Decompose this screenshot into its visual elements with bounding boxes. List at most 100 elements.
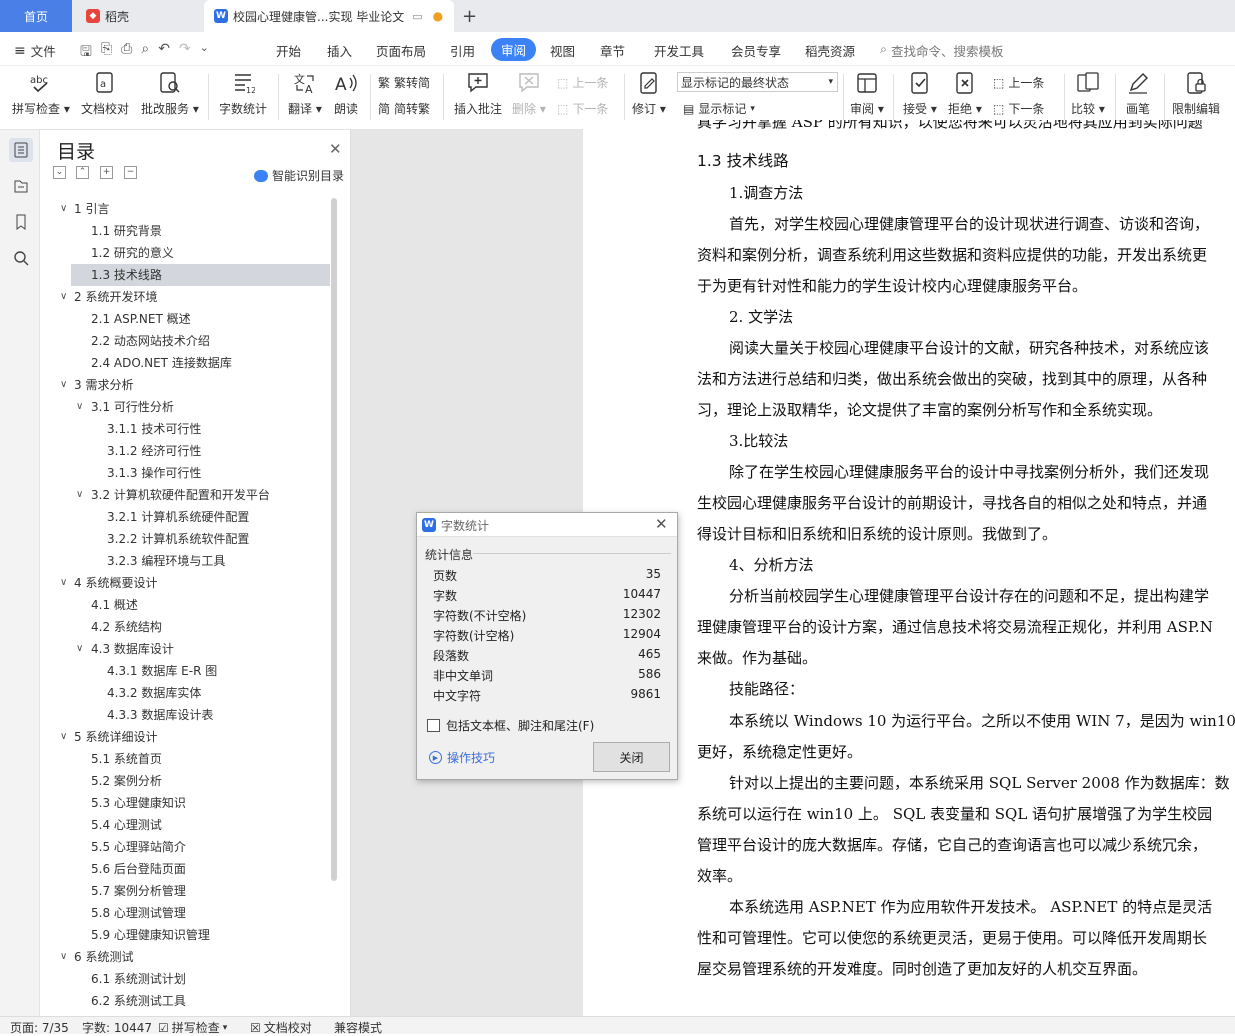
toc-item[interactable]: 5.1 系统首页 (40, 748, 331, 770)
undo-icon[interactable]: ↶ (158, 41, 170, 65)
status-spell-check[interactable]: ☑ 拼写检查 ▾ (158, 1019, 227, 1036)
more-chevron-icon[interactable]: ⌄ (200, 41, 209, 65)
toc-item[interactable]: ∨ 3 需求分析 (40, 374, 331, 396)
export-pdf-icon[interactable]: ⎘ (101, 41, 112, 65)
menu-review[interactable]: 审阅 (491, 38, 537, 61)
toc-item[interactable]: 5.3 心理健康知识 (40, 792, 331, 814)
smart-toc-button[interactable]: 智能识别目录 (254, 167, 344, 184)
toc-item[interactable]: 3.1.2 经济可行性 (40, 440, 331, 462)
collapse-all-icon[interactable]: ⌄ (53, 166, 66, 179)
toc-item[interactable]: ∨ 1 引言 (40, 198, 331, 220)
toc-item[interactable]: 5.4 心理测试 (40, 814, 331, 836)
next-comment-button[interactable]: ⬚ 下一条 (557, 100, 608, 117)
tab-home[interactable]: 首页 (0, 0, 72, 32)
next-change-button[interactable]: ⬚ 下一条 (993, 100, 1044, 117)
menu-page-layout[interactable]: 页面布局 (376, 41, 426, 60)
expand-chevron-icon[interactable]: ∨ (76, 638, 83, 660)
file-menu[interactable]: ≡ 文件 (14, 41, 56, 60)
menu-insert[interactable]: 插入 (327, 41, 352, 60)
show-markup-button[interactable]: ▤ 显示标记 ▾ (683, 100, 755, 117)
tips-link[interactable]: ▶ 操作技巧 (429, 749, 495, 766)
delete-comment-button[interactable]: 删除 ▾ (512, 70, 546, 117)
word-count-button[interactable]: 123 字数统计 (219, 70, 267, 117)
add-heading-icon[interactable]: + (100, 166, 113, 179)
translate-button[interactable]: 文A 翻译 ▾ (288, 70, 322, 117)
review-pane-button[interactable]: 审阅 ▾ (850, 70, 884, 117)
toc-item[interactable]: ∨ 3.2 计算机软硬件配置和开发平台 (40, 484, 331, 506)
toc-item[interactable]: 1.2 研究的意义 (40, 242, 331, 264)
toc-item[interactable]: 4.3.3 数据库设计表 (40, 704, 331, 726)
toc-item[interactable]: 3.2.1 计算机系统硬件配置 (40, 506, 331, 528)
accept-button[interactable]: 接受 ▾ (903, 70, 937, 117)
search-icon[interactable] (9, 246, 33, 270)
correction-service-button[interactable]: 批改服务 ▾ (141, 70, 199, 117)
reject-button[interactable]: 拒绝 ▾ (948, 70, 982, 117)
status-doc-proofread[interactable]: ☒ 文档校对 (250, 1019, 312, 1036)
pen-button[interactable]: 画笔 (1125, 70, 1151, 117)
menu-developer[interactable]: 开发工具 (654, 41, 704, 60)
toc-item[interactable]: 3.2.2 计算机系统软件配置 (40, 528, 331, 550)
expand-chevron-icon[interactable]: ∨ (60, 726, 67, 748)
toc-item[interactable]: 2.1 ASP.NET 概述 (40, 308, 331, 330)
toc-item[interactable]: ∨ 2 系统开发环境 (40, 286, 331, 308)
toc-item[interactable]: ∨ 3.1 可行性分析 (40, 396, 331, 418)
close-button[interactable]: 关闭 (593, 742, 670, 772)
remove-heading-icon[interactable]: − (124, 166, 137, 179)
chapter-nav-icon[interactable] (9, 174, 33, 198)
menu-member[interactable]: 会员专享 (731, 41, 781, 60)
menu-view[interactable]: 视图 (550, 41, 575, 60)
expand-chevron-icon[interactable]: ∨ (76, 396, 83, 418)
markup-state-select[interactable]: 显示标记的最终状态 ▾ (677, 72, 838, 92)
toc-item[interactable]: 1.1 研究背景 (40, 220, 331, 242)
toc-item[interactable]: ∨ 6 系统测试 (40, 946, 331, 968)
close-icon[interactable]: ✕ (329, 140, 342, 158)
prev-comment-button[interactable]: ⬚ 上一条 (557, 74, 608, 91)
prev-change-button[interactable]: ⬚ 上一条 (993, 74, 1044, 91)
word-count-indicator[interactable]: 字数: 10447 (82, 1019, 152, 1036)
toc-item[interactable]: 2.4 ADO.NET 连接数据库 (40, 352, 331, 374)
toc-scrollbar[interactable] (331, 198, 337, 881)
toc-item[interactable]: 5.8 心理测试管理 (40, 902, 331, 924)
expand-all-icon[interactable]: ⌃ (76, 166, 89, 179)
toc-item[interactable]: ∨ 4.3 数据库设计 (40, 638, 331, 660)
include-textbox-checkbox[interactable]: 包括文本框、脚注和尾注(F) (427, 717, 594, 734)
menu-start[interactable]: 开始 (276, 41, 301, 60)
toc-item[interactable]: 4.2 系统结构 (40, 616, 331, 638)
trad-to-simp-button[interactable]: 繁繁转简 (378, 74, 430, 91)
toc-item[interactable]: 5.6 后台登陆页面 (40, 858, 331, 880)
expand-chevron-icon[interactable]: ∨ (76, 484, 83, 506)
expand-chevron-icon[interactable]: ∨ (60, 198, 67, 220)
print-icon[interactable]: ⎙ (121, 41, 132, 65)
save-icon[interactable]: 🖫 (80, 41, 92, 65)
toc-item[interactable]: 6.1 系统测试计划 (40, 968, 331, 990)
document-page[interactable]: 真学习并掌握 ASP 的所有知识，以使您将来可以灵活地将其应用到实际问题 1.3 … (583, 120, 1235, 1016)
toc-item[interactable]: 5.2 案例分析 (40, 770, 331, 792)
toc-item[interactable]: 4.3.2 数据库实体 (40, 682, 331, 704)
expand-chevron-icon[interactable]: ∨ (60, 572, 67, 594)
read-aloud-button[interactable]: A 朗读 (333, 70, 359, 117)
toc-item[interactable]: 1.3 技术线路 (71, 264, 330, 286)
toc-item[interactable]: ∨ 5 系统详细设计 (40, 726, 331, 748)
page-indicator[interactable]: 页面: 7/35 (10, 1019, 69, 1036)
simp-to-trad-button[interactable]: 简简转繁 (378, 100, 430, 117)
command-search[interactable]: ⌕ 查找命令、搜索模板 (880, 41, 1004, 60)
toc-item[interactable]: 3.1.1 技术可行性 (40, 418, 331, 440)
expand-chevron-icon[interactable]: ∨ (60, 286, 67, 308)
restrict-editing-button[interactable]: 限制编辑 (1172, 70, 1220, 117)
track-changes-button[interactable]: 修订 ▾ (632, 70, 666, 117)
redo-icon[interactable]: ↷ (179, 41, 191, 65)
toc-item[interactable]: 3.1.3 操作可行性 (40, 462, 331, 484)
toc-item[interactable]: 4.3.1 数据库 E-R 图 (40, 660, 331, 682)
toc-item[interactable]: 2.2 动态网站技术介绍 (40, 330, 331, 352)
toc-item[interactable]: ∨ 4 系统概要设计 (40, 572, 331, 594)
insert-comment-button[interactable]: 插入批注 (454, 70, 502, 117)
compare-button[interactable]: 比较 ▾ (1071, 70, 1105, 117)
menu-references[interactable]: 引用 (450, 41, 475, 60)
doc-proofread-button[interactable]: a 文档校对 (81, 70, 129, 117)
expand-chevron-icon[interactable]: ∨ (60, 946, 67, 968)
toc-item[interactable]: 5.7 案例分析管理 (40, 880, 331, 902)
tab-document[interactable]: W 校园心理健康管...实现 毕业论文 ▭ ● (204, 0, 454, 32)
toc-item[interactable]: 4.1 概述 (40, 594, 331, 616)
toc-nav-icon[interactable] (9, 138, 33, 162)
print-preview-icon[interactable]: ⌕ (141, 41, 149, 65)
